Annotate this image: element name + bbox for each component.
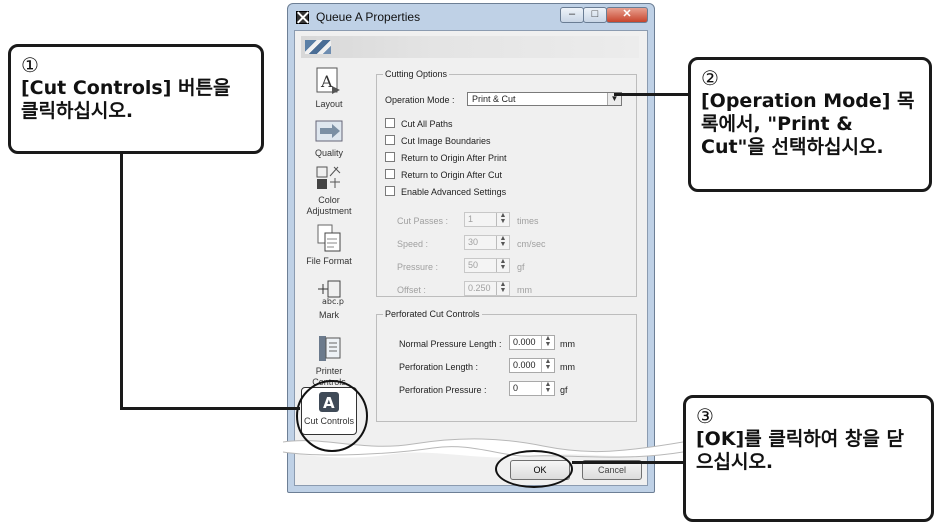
sidebar-item-layout[interactable]: A Layout [301, 66, 357, 110]
checkbox-box[interactable] [385, 186, 395, 196]
title-bar: Queue A Properties – □ ✕ [288, 4, 654, 30]
step-2-text: [Operation Mode] 목록에서, "Print & Cut"을 선택… [701, 90, 915, 158]
checkbox-return-after-print[interactable]: Return to Origin After Print [385, 152, 507, 163]
checkbox-label: Return to Origin After Cut [401, 170, 503, 180]
perforation-length-unit: mm [560, 362, 575, 372]
sidebar-label-mark: Mark [319, 310, 339, 320]
speed-value: 30 [468, 237, 479, 247]
svg-text:abc.p: abc.p [322, 297, 344, 306]
sidebar-label-file-format: File Format [306, 256, 352, 266]
spin-arrows-icon[interactable]: ▲ ▼ [496, 258, 509, 272]
spin-arrows-icon[interactable]: ▲ ▼ [496, 235, 509, 249]
perforation-length-spinner[interactable]: 0.000 ▲ ▼ [509, 358, 555, 373]
sidebar-label-color-adjustment: Color Adjustment [306, 195, 352, 216]
pressure-unit: gf [517, 262, 525, 272]
header-banner [301, 36, 639, 58]
step-3-number: ③ [696, 404, 714, 428]
spin-arrows-icon[interactable]: ▲ ▼ [541, 381, 554, 395]
callout-step-2: ② [Operation Mode] 목록에서, "Print & Cut"을 … [688, 57, 932, 192]
spin-arrows-icon[interactable]: ▲ ▼ [541, 358, 554, 372]
checkbox-box[interactable] [385, 169, 395, 179]
spin-arrows-icon[interactable]: ▲ ▼ [496, 281, 509, 295]
minimize-button[interactable]: – [560, 7, 584, 23]
step-1-number: ① [21, 53, 39, 77]
brand-logo-icon [305, 40, 331, 54]
perforated-title: Perforated Cut Controls [383, 309, 482, 319]
checkbox-label: Cut All Paths [401, 119, 453, 129]
cutting-options-group: Cutting Options Operation Mode : Print &… [376, 69, 637, 297]
sidebar-label-quality: Quality [314, 148, 343, 158]
speed-unit: cm/sec [517, 239, 546, 249]
pressure-value: 50 [468, 260, 479, 270]
callout-step-1: ① [Cut Controls] 버튼을 클릭하십시오. [8, 44, 264, 154]
operation-mode-pointer-anchor [500, 83, 620, 109]
operation-mode-label: Operation Mode : [385, 95, 455, 105]
close-button[interactable]: ✕ [606, 7, 648, 23]
checkbox-cut-all-paths[interactable]: Cut All Paths [385, 118, 453, 129]
connector-line-2 [614, 93, 690, 96]
cut-passes-spinner[interactable]: 1 ▲ ▼ [464, 212, 510, 227]
pressure-label: Pressure : [397, 262, 439, 272]
layout-icon: A [316, 67, 340, 94]
checkbox-label: Enable Advanced Settings [401, 187, 507, 197]
sidebar-item-file-format[interactable]: File Format [301, 223, 357, 267]
sidebar-item-mark[interactable]: abc.p Mark [301, 277, 357, 321]
maximize-button[interactable]: □ [583, 7, 607, 23]
checkbox-box[interactable] [385, 152, 395, 162]
speed-label: Speed : [397, 239, 429, 249]
cutting-options-title: Cutting Options [383, 69, 450, 79]
checkbox-cut-image-boundaries[interactable]: Cut Image Boundaries [385, 135, 491, 146]
app-icon [296, 11, 309, 24]
connector-line-1-vertical [120, 154, 123, 409]
cut-passes-unit: times [517, 216, 539, 226]
ok-button-highlight [495, 450, 573, 488]
perforation-length-value: 0.000 [513, 360, 536, 370]
connector-line-1-horizontal [120, 407, 300, 410]
sidebar-item-color-adjustment[interactable]: Color Adjustment [301, 164, 357, 217]
connector-line-3 [572, 461, 684, 464]
printer-controls-icon [319, 336, 341, 361]
perforated-cut-controls-group: Perforated Cut Controls Normal Pressure … [376, 309, 637, 422]
perforation-length-label: Perforation Length : [399, 362, 479, 372]
speed-spinner[interactable]: 30 ▲ ▼ [464, 235, 510, 250]
cut-passes-value: 1 [468, 214, 474, 224]
window-title: Queue A Properties [316, 10, 421, 24]
cut-controls-highlight [296, 380, 368, 452]
quality-icon [315, 120, 343, 142]
mark-icon: abc.p [318, 280, 344, 306]
color-adjustment-icon [316, 166, 341, 189]
cut-passes-label: Cut Passes : [397, 216, 449, 226]
perforation-pressure-unit: gf [560, 385, 568, 395]
normal-pressure-length-value: 0.000 [513, 337, 536, 347]
file-format-icon [317, 224, 341, 252]
step-1-text: [Cut Controls] 버튼을 클릭하십시오. [21, 77, 231, 122]
offset-spinner[interactable]: 0.250 ▲ ▼ [464, 281, 510, 296]
step-2-number: ② [701, 66, 719, 90]
normal-pressure-length-unit: mm [560, 339, 575, 349]
offset-label: Offset : [397, 285, 426, 295]
checkbox-label: Return to Origin After Print [401, 153, 507, 163]
checkbox-enable-advanced[interactable]: Enable Advanced Settings [385, 186, 506, 197]
perforation-pressure-value: 0 [513, 383, 519, 393]
checkbox-box[interactable] [385, 118, 395, 128]
sidebar-label-layout: Layout [315, 99, 343, 109]
pressure-spinner[interactable]: 50 ▲ ▼ [464, 258, 510, 273]
callout-step-3: ③ [OK]를 클릭하여 창을 닫으십시오. [683, 395, 934, 522]
perforation-pressure-label: Perforation Pressure : [399, 385, 487, 395]
checkbox-label: Cut Image Boundaries [401, 136, 491, 146]
normal-pressure-length-spinner[interactable]: 0.000 ▲ ▼ [509, 335, 555, 350]
spin-arrows-icon[interactable]: ▲ ▼ [496, 212, 509, 226]
offset-unit: mm [517, 285, 532, 295]
checkbox-return-after-cut[interactable]: Return to Origin After Cut [385, 169, 502, 180]
perforation-pressure-spinner[interactable]: 0 ▲ ▼ [509, 381, 555, 396]
spin-arrows-icon[interactable]: ▲ ▼ [541, 335, 554, 349]
checkbox-box[interactable] [385, 135, 395, 145]
svg-text:A: A [320, 72, 333, 91]
sidebar-item-quality[interactable]: Quality [301, 119, 357, 159]
offset-value: 0.250 [468, 283, 491, 293]
normal-pressure-length-label: Normal Pressure Length : [399, 339, 502, 349]
step-3-text: [OK]를 클릭하여 창을 닫으십시오. [696, 428, 904, 473]
